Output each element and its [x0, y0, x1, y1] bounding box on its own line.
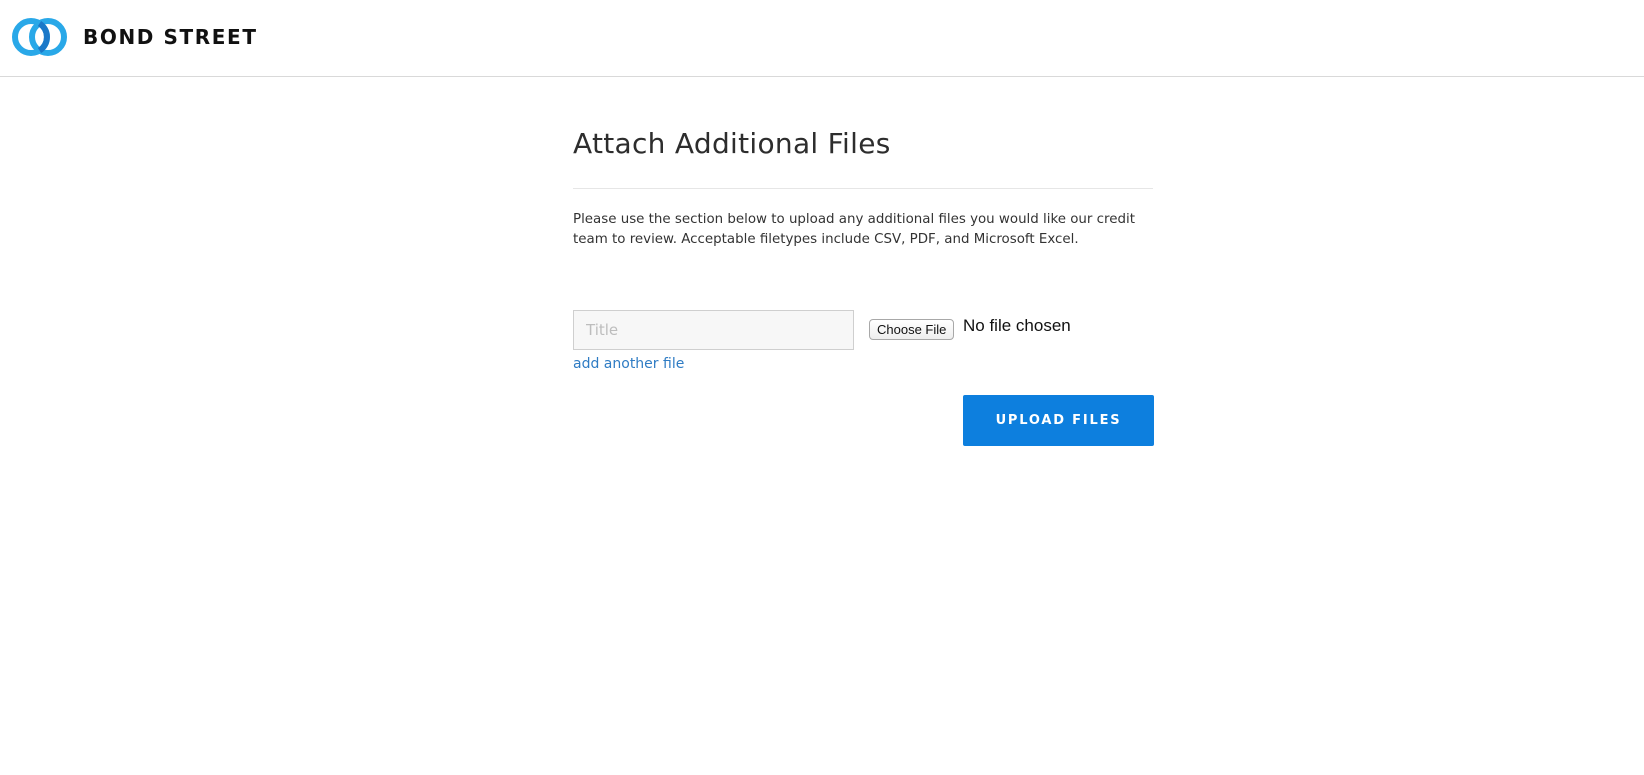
file-title-input[interactable]	[573, 310, 854, 350]
site-header: BOND STREET	[0, 0, 1644, 77]
brand-logo-link[interactable]: BOND STREET	[12, 17, 258, 57]
page-title: Attach Additional Files	[573, 127, 891, 160]
file-status-text: No file chosen	[963, 316, 1071, 335]
file-upload-row: Choose File No file chosen	[573, 310, 1153, 352]
choose-file-button[interactable]: Choose File	[869, 319, 955, 340]
brand-name: BOND STREET	[83, 25, 258, 49]
title-divider	[573, 187, 1153, 189]
main-content: Attach Additional Files Please use the s…	[573, 120, 1154, 446]
interlocking-rings-icon	[12, 17, 68, 57]
add-another-file-link[interactable]: add another file	[573, 356, 684, 372]
upload-files-button[interactable]: UPLOAD FILES	[963, 395, 1154, 446]
instructions-text: Please use the section below to upload a…	[573, 211, 1135, 247]
